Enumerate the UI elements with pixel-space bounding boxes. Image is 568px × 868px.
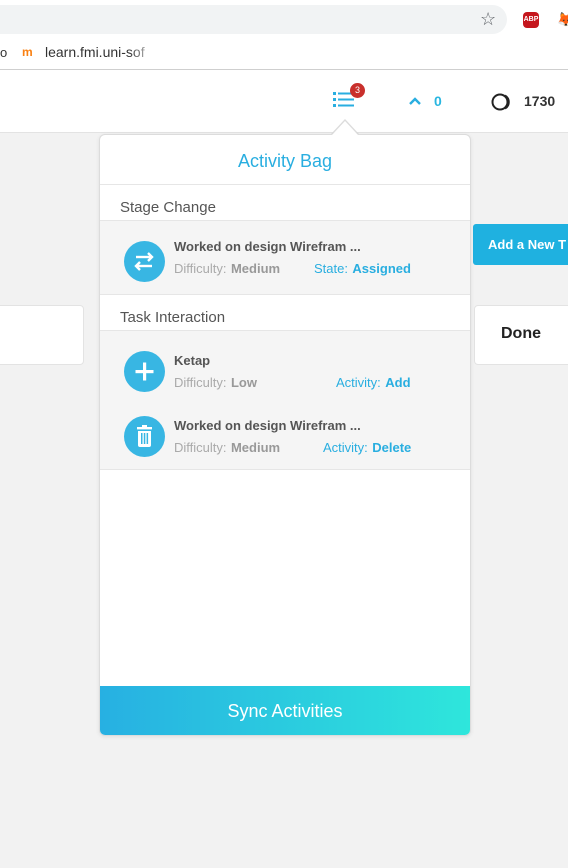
trash-icon: [124, 416, 165, 457]
activity-count-badge: 3: [350, 83, 365, 98]
difficulty-value: Low: [230, 375, 257, 390]
section-task-interaction: Ketap Difficulty: Low Activity: Add Work…: [100, 331, 470, 470]
difficulty-label: Difficulty:: [174, 261, 227, 276]
difficulty-value: Medium: [230, 261, 281, 276]
activity-item[interactable]: Ketap Difficulty: Low Activity: Add: [100, 339, 470, 399]
bookmark-star-icon[interactable]: ☆: [480, 10, 496, 28]
difficulty-label: Difficulty:: [174, 375, 227, 390]
add-new-task-button[interactable]: Add a New T: [473, 224, 568, 265]
address-bar[interactable]: [0, 5, 507, 34]
activity-label: Activity:: [336, 375, 381, 390]
moodle-favicon-icon: m: [22, 45, 33, 59]
board-column-card[interactable]: [0, 305, 84, 365]
activity-state: State: Assigned: [314, 260, 411, 278]
difficulty-value: Medium: [230, 440, 281, 455]
adblock-extension-icon[interactable]: ABP: [523, 12, 539, 28]
activity-title: Worked on design Wirefram ...: [174, 239, 361, 254]
activity-bag-popup: Activity Bag Stage Change Worked on desi…: [99, 134, 471, 736]
app-header: [0, 70, 568, 133]
state-value: Assigned: [352, 261, 411, 276]
activity-difficulty: Difficulty: Medium: [174, 439, 280, 457]
activity-difficulty: Difficulty: Low: [174, 374, 257, 392]
metamask-extension-icon[interactable]: 🦊: [557, 11, 568, 27]
bookmark-prev-label[interactable]: o: [0, 45, 7, 60]
done-column-header[interactable]: Done: [474, 305, 568, 365]
sync-activities-button[interactable]: Sync Activities: [100, 686, 470, 735]
activity-item[interactable]: Worked on design Wirefram ... Difficulty…: [100, 404, 470, 464]
state-label: State:: [314, 261, 348, 276]
activity-title: Worked on design Wirefram ...: [174, 418, 361, 433]
points-coin-icon: [491, 93, 510, 111]
plus-icon: [124, 351, 165, 392]
activity-difficulty: Difficulty: Medium: [174, 260, 280, 278]
upvote-count: 0: [434, 93, 442, 109]
chevron-up-icon[interactable]: [406, 94, 424, 108]
popup-pointer-fill: [332, 121, 358, 135]
activity-label: Activity:: [323, 440, 368, 455]
popup-title: Activity Bag: [100, 135, 470, 185]
points-value: 1730: [524, 93, 556, 109]
activity-action: Activity: Delete: [323, 439, 411, 457]
difficulty-label: Difficulty:: [174, 440, 227, 455]
section-title-stage-change: Stage Change: [100, 185, 470, 221]
activity-action: Activity: Add: [336, 374, 411, 392]
activity-title: Ketap: [174, 353, 211, 368]
bookmarks-bar: o m learn.fmi.uni-sof: [0, 38, 568, 70]
activity-item[interactable]: Worked on design Wirefram ... Difficulty…: [100, 229, 470, 289]
activity-value: Add: [385, 375, 411, 390]
bookmark-learn-fmi[interactable]: learn.fmi.uni-sof: [45, 44, 157, 60]
swap-arrows-icon: [124, 241, 165, 282]
section-stage-change: Worked on design Wirefram ... Difficulty…: [100, 221, 470, 295]
activity-value: Delete: [372, 440, 412, 455]
section-title-task-interaction: Task Interaction: [100, 295, 470, 331]
browser-toolbar: ☆ ABP 🦊: [0, 0, 568, 38]
